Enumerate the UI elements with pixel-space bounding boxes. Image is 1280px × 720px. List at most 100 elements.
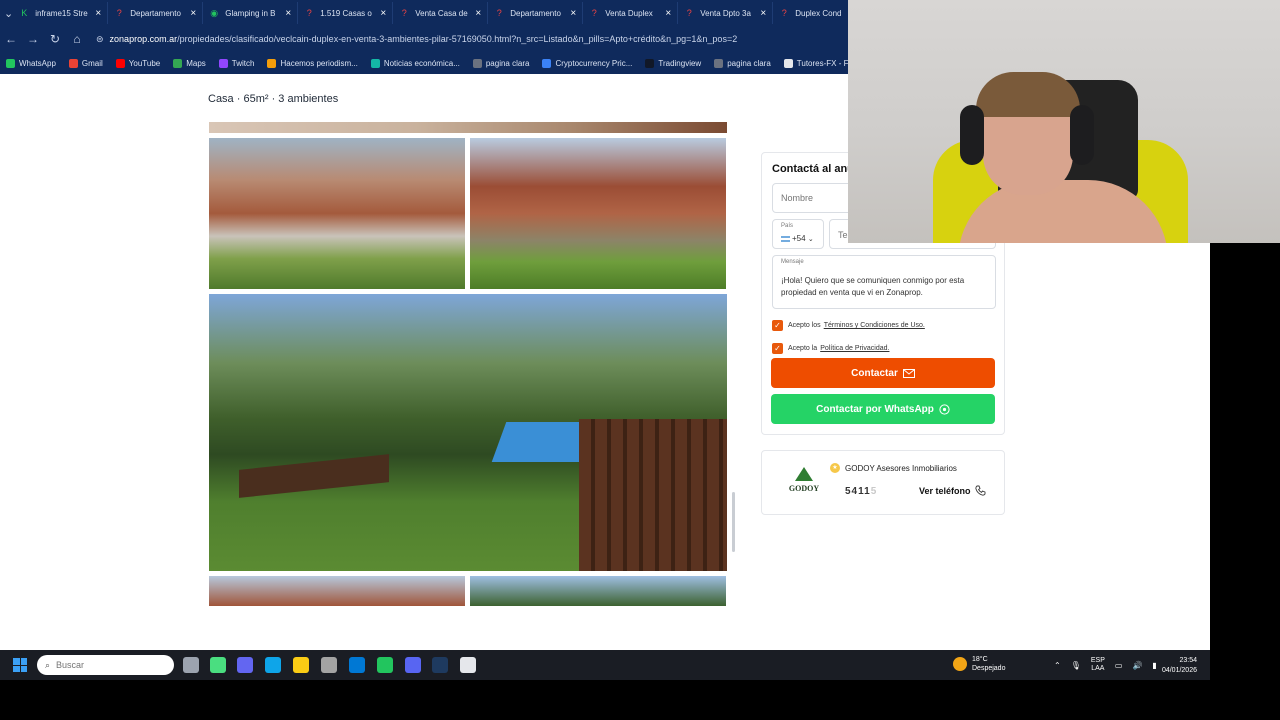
contact-button[interactable]: Contactar [771, 358, 995, 388]
gallery-scrollbar[interactable] [732, 492, 735, 552]
browser-tab[interactable]: ? Venta Duplex × [583, 2, 679, 24]
bookmark-item[interactable]: Tutores-FX - Forma... [783, 58, 848, 68]
taskbar-search-input[interactable] [56, 660, 157, 670]
tab-search-icon[interactable]: ⌄ [4, 7, 13, 20]
chrome-app-icon[interactable] [377, 657, 393, 673]
screen: ⌄ Kinframe15 Stre ×? Departamento × ◉ Glampin… [0, 0, 1280, 720]
gallery-photo-partial-bottom-right[interactable] [470, 576, 726, 606]
privacy-checkbox[interactable]: ✓ [772, 343, 783, 354]
gallery-photo-backyard-grill[interactable] [209, 138, 465, 289]
phone-icon [974, 485, 985, 496]
tab-close-icon[interactable]: × [665, 8, 671, 19]
browser-tab[interactable]: ? Venta Dpto 3a × [678, 2, 774, 24]
tab-favicon-icon: ? [306, 8, 312, 18]
view-phone-button[interactable]: Ver teléfono [919, 485, 986, 496]
bookmark-item[interactable]: Hacemos periodism... [267, 58, 358, 68]
premium-badge-icon: ★ [830, 463, 840, 473]
forward-icon[interactable]: → [22, 32, 44, 46]
discord-app-icon[interactable] [405, 657, 421, 673]
tab-title: 1.519 Casas o [320, 8, 372, 18]
browser-tab[interactable]: ?Duplex Cond× [773, 2, 848, 24]
bookmark-item[interactable]: Gmail [68, 58, 103, 68]
bookmark-label: Gmail [81, 58, 103, 68]
teams-app-icon[interactable] [237, 657, 253, 673]
bookmark-label: pagina clara [485, 58, 530, 68]
home-icon[interactable]: ⌂ [66, 32, 88, 46]
bookmark-item[interactable]: Tradingview [645, 58, 701, 68]
tab-favicon-icon: K [21, 8, 28, 18]
bookmark-favicon-icon [370, 58, 380, 68]
bookmark-label: Twitch [231, 58, 255, 68]
store-app-icon[interactable] [321, 657, 337, 673]
task-view-app-icon[interactable] [183, 657, 199, 673]
country-select[interactable]: País +54 ⌄ [772, 219, 824, 249]
explorer-app-icon[interactable] [293, 657, 309, 673]
taskbar-search[interactable]: ⌕ [37, 655, 174, 675]
bookmark-item[interactable]: Cryptocurrency Pric... [542, 58, 632, 68]
browser-tab[interactable]: ? Departamento × [488, 2, 584, 24]
bookmark-item[interactable]: WhatsApp [6, 58, 56, 68]
bookmark-favicon-icon [645, 58, 655, 68]
clock-date: 04/01/2026 [1161, 667, 1197, 674]
clock[interactable]: 23:54 04/01/2026 [1155, 656, 1197, 676]
gallery-photo-partial-bottom-left[interactable] [209, 576, 465, 606]
tab-close-icon[interactable]: × [285, 8, 291, 19]
message-field[interactable]: Mensaje ¡Hola! Quiero que se comuniquen … [772, 255, 996, 309]
bookmark-item[interactable]: pagina clara [472, 58, 530, 68]
view-phone-label: Ver teléfono [919, 485, 971, 496]
bookmark-item[interactable]: Noticias económica... [370, 58, 460, 68]
message-text: ¡Hola! Quiero que se comuniquen conmigo … [781, 276, 965, 297]
terms-row: ✓ Acepto los Términos y Condiciones de U… [772, 320, 925, 331]
browser-tab[interactable]: ? Departamento × [108, 2, 204, 24]
outlook-app-icon[interactable] [349, 657, 365, 673]
bookmark-item[interactable]: Maps [173, 58, 206, 68]
tab-close-icon[interactable]: × [570, 8, 576, 19]
reload-icon[interactable]: ↻ [44, 32, 66, 46]
network-icon[interactable]: ▭ [1115, 661, 1123, 670]
gallery-photo-backyard-house[interactable] [470, 138, 726, 289]
app-red-app-icon[interactable] [460, 657, 476, 673]
weather-widget[interactable]: 18°C Despejado [953, 655, 1005, 673]
privacy-link[interactable]: Política de Privacidad. [820, 345, 889, 352]
browser-tab[interactable]: ◉ Glamping in B × [203, 2, 299, 24]
edge-app-icon[interactable] [265, 657, 281, 673]
url-field[interactable]: ⊜ zonaprop.com.ar/propiedades/clasificad… [96, 29, 796, 49]
terms-checkbox[interactable]: ✓ [772, 320, 783, 331]
volume-icon[interactable]: 🔊 [1132, 661, 1142, 670]
gallery-photo-garden-pool[interactable] [209, 294, 727, 571]
chevron-up-icon[interactable]: ⌃ [1054, 661, 1061, 670]
microphone-icon[interactable]: 🎙 [1071, 661, 1081, 670]
fence-shape [579, 419, 727, 571]
argentina-flag-icon [781, 235, 790, 242]
tab-close-icon[interactable]: × [475, 8, 481, 19]
browser-tab[interactable]: ? 1.519 Casas o × [298, 2, 394, 24]
browser-tab[interactable]: ? Venta Casa de × [393, 2, 489, 24]
clock-time: 23:54 [1179, 657, 1197, 664]
tab-title: Departamento [510, 8, 561, 18]
webcam-headphone-left [960, 105, 984, 165]
gallery-photo-partial-top[interactable] [209, 122, 727, 133]
chrome-dev-app-icon[interactable] [210, 657, 226, 673]
language-indicator[interactable]: ESP LAA [1091, 657, 1105, 673]
site-info-icon[interactable]: ⊜ [96, 34, 104, 45]
bookmark-item[interactable]: YouTube [115, 58, 160, 68]
tab-close-icon[interactable]: × [760, 8, 766, 19]
chevron-down-icon: ⌄ [807, 236, 814, 243]
back-icon[interactable]: ← [0, 32, 22, 46]
bookmark-item[interactable]: pagina clara [714, 58, 771, 68]
tab-close-icon[interactable]: × [95, 8, 101, 19]
tab-close-icon[interactable]: × [380, 8, 386, 19]
whatsapp-button[interactable]: Contactar por WhatsApp [771, 394, 995, 424]
bookmark-label: Tutores-FX - Forma... [796, 58, 848, 68]
weather-temp: 18°C [972, 656, 988, 663]
tab-close-icon[interactable]: × [190, 8, 196, 19]
steam-app-icon[interactable] [432, 657, 448, 673]
tab-title: Venta Casa de [415, 8, 468, 18]
tab-favicon-icon: ? [496, 8, 502, 18]
bookmark-favicon-icon [267, 58, 277, 68]
browser-tab[interactable]: Kinframe15 Stre × [13, 2, 109, 24]
terms-link[interactable]: Términos y Condiciones de Uso. [824, 322, 925, 329]
windows-start-icon[interactable] [13, 658, 27, 672]
taskbar: ⌕ 18°C Despejado ⌃ 🎙 ESPLAA ▭ 🔊 ▮ 23:54 0… [0, 650, 1210, 680]
bookmark-item[interactable]: Twitch [218, 58, 255, 68]
